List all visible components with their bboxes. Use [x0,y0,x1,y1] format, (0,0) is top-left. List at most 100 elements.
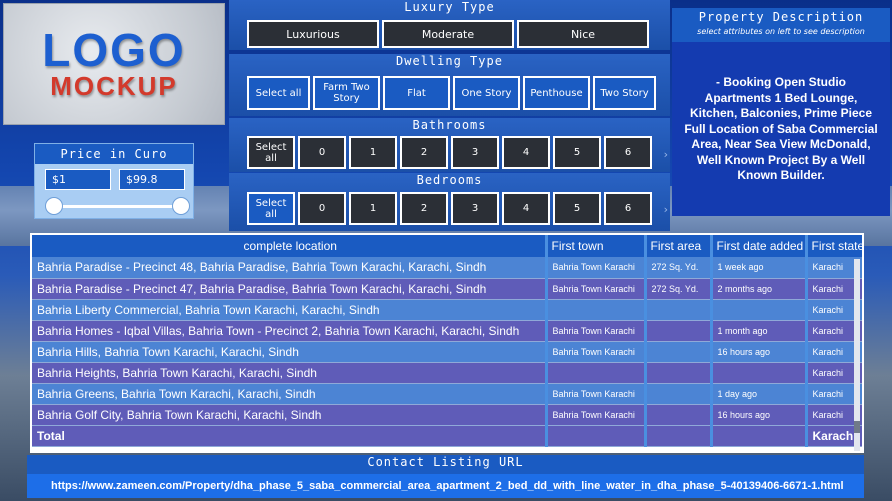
luxury-option-moderate[interactable]: Moderate [382,20,514,48]
table-cell [645,383,713,405]
logo-line1: LOGO [42,24,186,76]
bedrooms-option-1[interactable]: 1 [349,192,397,225]
table-row[interactable]: Bahria Paradise - Precinct 48, Bahria Pa… [32,257,862,279]
bedrooms-option-0[interactable]: 0 [298,192,346,225]
contact-listing-panel: Contact Listing URL https://www.zameen.c… [27,455,864,498]
property-description-title: Property Description [698,10,864,24]
table-row[interactable]: Bahria Homes - Iqbal Villas, Bahria Town… [32,320,862,342]
table-cell: 272 Sq. Yd. [645,257,713,279]
table-row[interactable]: Bahria Golf City, Bahria Town Karachi, K… [32,404,862,426]
luxury-type-slicer: Luxury Type Luxurious Moderate Nice [229,0,670,50]
table-row[interactable]: Bahria Greens, Bahria Town Karachi, Kara… [32,383,862,405]
price-max-input[interactable]: $99.8 [119,169,185,190]
price-max-handle[interactable] [172,197,190,215]
table-scrollbar[interactable] [854,259,860,451]
table-row[interactable]: Bahria Heights, Bahria Town Karachi, Kar… [32,362,862,384]
bathrooms-option-4[interactable]: 4 [502,136,550,169]
property-description-header: Property Description select attributes o… [672,8,890,42]
table-total-row: Total Karachi [32,425,862,447]
contact-listing-title: Contact Listing URL [367,455,524,469]
table-cell: Bahria Paradise - Precinct 48, Bahria Pa… [32,257,548,279]
bedrooms-option-3[interactable]: 3 [451,192,499,225]
listings-table: complete location First town First area … [30,233,864,453]
bedrooms-option-6[interactable]: 6 [604,192,652,225]
table-cell [546,362,647,384]
bedrooms-title: Bedrooms [416,173,483,187]
table-total-cell [546,425,647,447]
table-row[interactable]: Bahria Liberty Commercial, Bahria Town K… [32,299,862,321]
table-row[interactable]: Bahria Paradise - Precinct 47, Bahria Pa… [32,278,862,300]
bathrooms-option-0[interactable]: 0 [298,136,346,169]
dwelling-option-penthouse[interactable]: Penthouse [523,76,590,110]
table-cell [711,362,808,384]
price-slicer: Price in Curo $1 $99.8 [34,143,194,219]
dwelling-option-flat[interactable]: Flat [383,76,450,110]
table-cell [546,299,647,321]
bathrooms-option-6[interactable]: 6 [604,136,652,169]
luxury-option-luxurious[interactable]: Luxurious [247,20,379,48]
table-cell: 2 months ago [711,278,808,300]
table-cell: 1 day ago [711,383,808,405]
table-cell [645,341,713,363]
column-header-first-date-added[interactable]: First date added [711,235,808,257]
bedrooms-slicer: Bedrooms Select all 0 1 2 3 4 5 6 › [229,173,670,231]
column-header-first-state[interactable]: First state [806,235,862,257]
dwelling-option-select-all[interactable]: Select all [247,76,310,110]
table-cell: Bahria Town Karachi [546,341,647,363]
bedrooms-option-2[interactable]: 2 [400,192,448,225]
logo-line2: MOCKUP [50,71,178,101]
table-cell: 16 hours ago [711,404,808,426]
bathrooms-option-2[interactable]: 2 [400,136,448,169]
chevron-right-icon[interactable]: › [664,203,668,216]
bedrooms-option-select-all[interactable]: Select all [247,192,295,225]
table-cell [645,320,713,342]
dwelling-type-slicer: Dwelling Type Select all Farm Two Story … [229,54,670,116]
table-cell: Bahria Heights, Bahria Town Karachi, Kar… [32,362,548,384]
table-header-row: complete location First town First area … [32,235,862,257]
bathrooms-option-5[interactable]: 5 [553,136,601,169]
price-min-input[interactable]: $1 [45,169,111,190]
column-header-first-area[interactable]: First area [645,235,713,257]
table-scrollbar-thumb[interactable] [854,421,860,433]
luxury-type-title: Luxury Type [404,0,495,14]
table-cell: Bahria Golf City, Bahria Town Karachi, K… [32,404,548,426]
table-cell: 16 hours ago [711,341,808,363]
table-cell: 1 week ago [711,257,808,279]
table-cell [645,299,713,321]
chevron-right-icon[interactable]: › [664,148,668,161]
contact-listing-url[interactable]: https://www.zameen.com/Property/dha_phas… [27,474,864,498]
bedrooms-option-5[interactable]: 5 [553,192,601,225]
column-header-complete-location[interactable]: complete location [32,235,548,257]
property-description-panel: Property Description select attributes o… [672,8,890,216]
dwelling-option-one-story[interactable]: One Story [453,76,520,110]
logo: LOGO MOCKUP [3,3,225,125]
column-header-first-town[interactable]: First town [546,235,647,257]
table-cell: Bahria Hills, Bahria Town Karachi, Karac… [32,341,548,363]
dwelling-type-title: Dwelling Type [396,54,503,68]
dwelling-option-farm-two-story[interactable]: Farm Two Story [313,76,380,110]
bedrooms-option-4[interactable]: 4 [502,192,550,225]
bathrooms-slicer: Bathrooms Select all 0 1 2 3 4 5 6 › [229,118,670,172]
bathrooms-option-select-all[interactable]: Select all [247,136,295,169]
property-description-subtitle: select attributes on left to see descrip… [697,27,865,36]
table-cell: Bahria Town Karachi [546,278,647,300]
table-cell: Bahria Paradise - Precinct 47, Bahria Pa… [32,278,548,300]
table-cell: Bahria Town Karachi [546,257,647,279]
table-row[interactable]: Bahria Hills, Bahria Town Karachi, Karac… [32,341,862,363]
dwelling-option-two-story[interactable]: Two Story [593,76,656,110]
table-cell [645,362,713,384]
table-cell: 272 Sq. Yd. [645,278,713,300]
table-total-cell: Total [32,425,548,447]
table-total-cell [645,425,713,447]
table-cell: Bahria Homes - Iqbal Villas, Bahria Town… [32,320,548,342]
table-cell: Bahria Town Karachi [546,404,647,426]
property-description-text: - Booking Open Studio Apartments 1 Bed L… [684,75,878,182]
table-cell: Bahria Greens, Bahria Town Karachi, Kara… [32,383,548,405]
bathrooms-option-1[interactable]: 1 [349,136,397,169]
price-min-handle[interactable] [45,197,63,215]
table-cell [711,299,808,321]
table-cell: Bahria Liberty Commercial, Bahria Town K… [32,299,548,321]
table-cell: 1 month ago [711,320,808,342]
luxury-option-nice[interactable]: Nice [517,20,649,48]
bathrooms-option-3[interactable]: 3 [451,136,499,169]
